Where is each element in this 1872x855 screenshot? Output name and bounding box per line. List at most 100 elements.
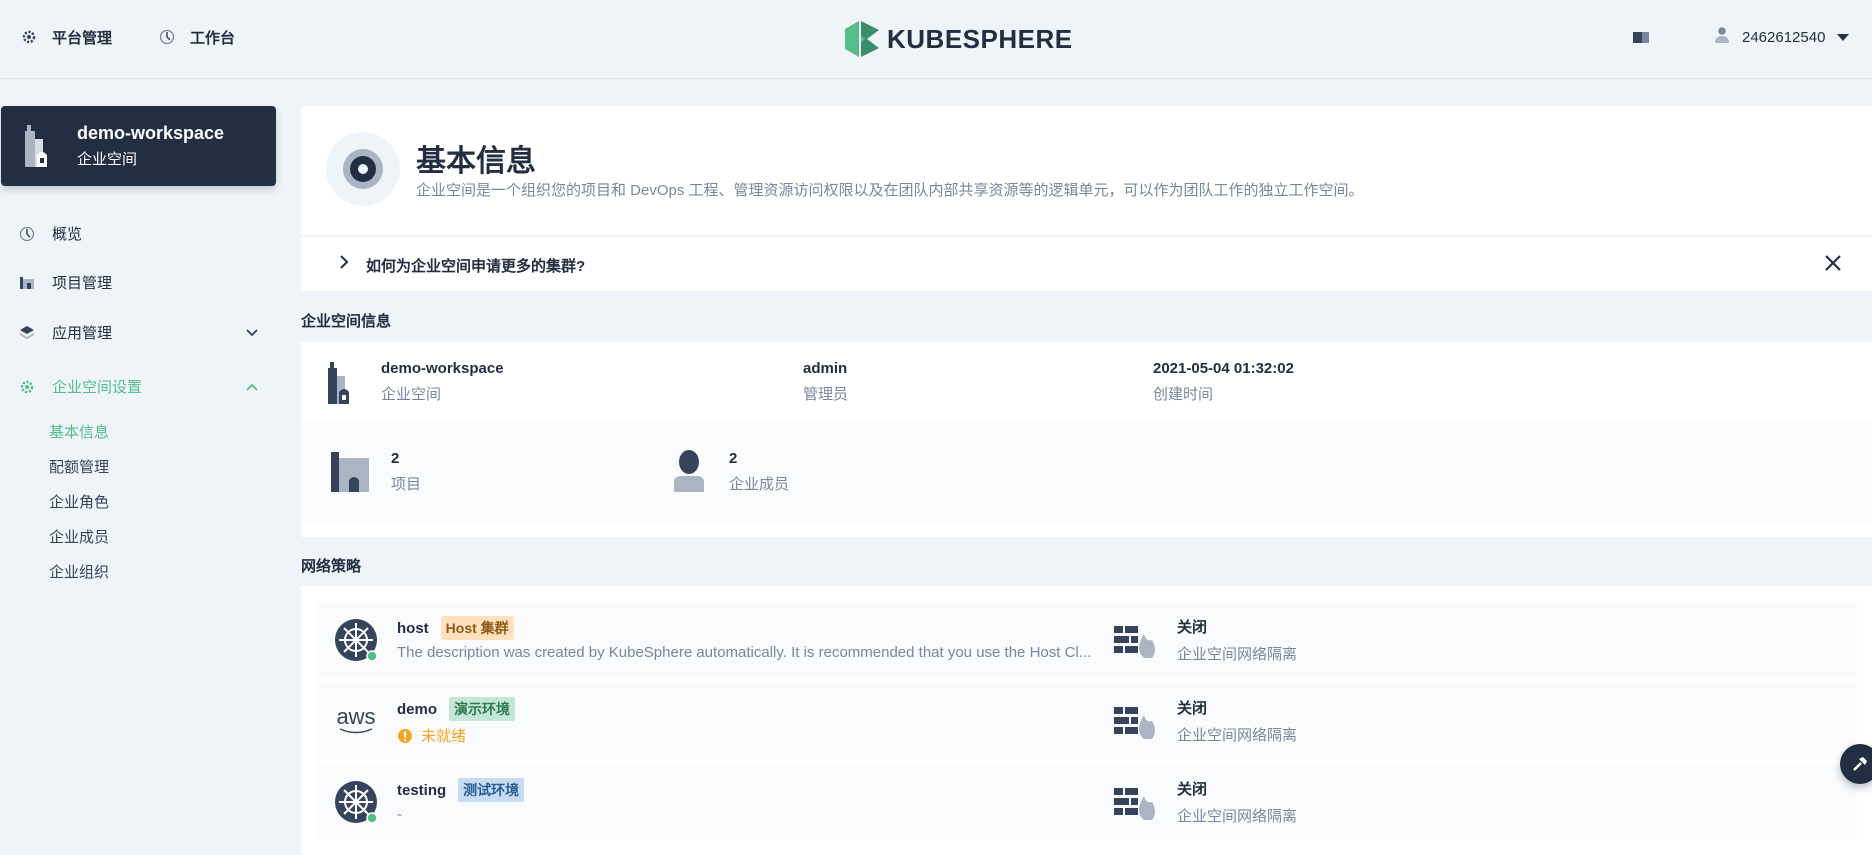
workspace-name-field: demo-workspace 企业空间 (381, 360, 504, 404)
projects-count: 2 (391, 450, 400, 467)
firewall-icon (1114, 707, 1155, 739)
page-header: 基本信息 企业空间是一个组织您的项目和 DevOps 工程、管理资源访问权限以及… (301, 106, 1872, 235)
cluster-name: demo (397, 700, 438, 718)
logo-text: KUBESPHERE (887, 23, 1073, 54)
cluster-tag: 测试环境 (458, 778, 525, 802)
created-label: 创建时间 (1153, 386, 1214, 403)
top-navbar: 平台管理 工作台 KUBESPHERE 2462612540 (0, 0, 1872, 79)
kubesphere-logo[interactable]: KUBESPHERE (845, 20, 1073, 58)
sidebar-subitem-orgs[interactable]: 企业组织 (49, 561, 109, 582)
workbench-label: 工作台 (190, 29, 236, 47)
cluster-description: The description was created by KubeSpher… (397, 644, 1092, 661)
isolation-state: 关闭 企业空间网络隔离 (1177, 697, 1297, 745)
warning-icon (398, 728, 412, 743)
isolation-state: 关闭 企业空间网络隔离 (1177, 616, 1297, 664)
dashboard-icon (156, 26, 178, 48)
isolation-label: 企业空间网络隔离 (1177, 646, 1298, 663)
layers-icon (18, 324, 36, 342)
created-value: 2021-05-04 01:32:02 (1153, 360, 1294, 377)
info-stats-row: 2 项目 2 企业成员 (301, 422, 1872, 524)
sidebar-subitem-members[interactable]: 企业成员 (49, 526, 109, 547)
sidebar-item-label: 项目管理 (52, 275, 113, 292)
network-policy-card: host Host 集群 The description was created… (301, 586, 1872, 855)
network-policy-title: 网络策略 (301, 558, 362, 575)
gear-icon (18, 378, 36, 396)
cluster-name-line: host Host 集群 (397, 616, 514, 640)
members-count: 2 (729, 450, 738, 467)
cluster-description: - (397, 806, 402, 823)
close-icon[interactable] (1824, 251, 1842, 275)
user-menu[interactable]: 2462612540 (1714, 26, 1850, 48)
layout-toggle-icon[interactable] (1632, 30, 1650, 46)
hammer-icon (1853, 757, 1867, 771)
chevron-up-icon (246, 380, 258, 394)
sidebar-subitem-quota[interactable]: 配额管理 (49, 456, 109, 477)
firewall-icon (1114, 788, 1155, 820)
workspace-info-title: 企业空间信息 (301, 313, 392, 330)
cluster-name-line: demo 演示环境 (397, 697, 516, 721)
members-count-field: 2 企业成员 (729, 450, 789, 494)
info-header-icon (326, 132, 400, 206)
cluster-name-line: testing 测试环境 (397, 778, 525, 802)
isolation-value: 关闭 (1177, 619, 1208, 636)
sidebar-subitem-basic-info[interactable]: 基本信息 (49, 421, 109, 442)
chevron-down-icon (246, 326, 258, 340)
kubernetes-icon (335, 619, 378, 662)
aws-icon: aws (334, 699, 378, 743)
member-icon (674, 450, 704, 492)
kubesphere-logo-icon (845, 21, 879, 57)
project-icon (18, 274, 36, 292)
sidebar-item-workspace-settings[interactable]: 企业空间设置 (18, 376, 258, 397)
info-top-row: demo-workspace 企业空间 admin 管理员 2021-05-04… (301, 342, 1872, 422)
cluster-tip-bar[interactable]: 如何为企业空间申请更多的集群? (301, 237, 1872, 291)
sidebar-item-overview[interactable]: 概览 (18, 223, 258, 244)
username: 2462612540 (1742, 28, 1826, 46)
isolation-state: 关闭 企业空间网络隔离 (1177, 778, 1297, 826)
sidebar-item-apps[interactable]: 应用管理 (18, 322, 258, 343)
page-title: 基本信息 (416, 145, 536, 178)
cluster-name: host (397, 619, 429, 637)
tip-text[interactable]: 如何为企业空间申请更多的集群? (366, 255, 585, 276)
isolation-label: 企业空间网络隔离 (1177, 727, 1298, 744)
manager-field: admin 管理员 (803, 360, 848, 404)
workspace-info-card: demo-workspace 企业空间 admin 管理员 2021-05-04… (301, 342, 1872, 537)
projects-label: 项目 (391, 476, 422, 493)
page-description: 企业空间是一个组织您的项目和 DevOps 工程、管理资源访问权限以及在团队内部… (416, 182, 1364, 199)
projects-count-field: 2 项目 (391, 450, 421, 494)
sidebar-item-label: 企业空间设置 (52, 379, 143, 396)
dashboard-icon (18, 225, 36, 243)
gear-icon (18, 26, 40, 48)
workspace-name: demo-workspace (77, 123, 225, 143)
user-avatar-icon (1714, 26, 1730, 48)
manager-value: admin (803, 360, 848, 377)
cluster-status-text: 未就绪 (421, 728, 467, 745)
project-icon (331, 452, 369, 492)
cluster-tag: 演示环境 (449, 697, 516, 721)
members-label: 企业成员 (729, 476, 790, 493)
workspace-name-label: 企业空间 (381, 386, 442, 403)
workspace-icon (25, 125, 47, 167)
cluster-name: testing (397, 781, 447, 799)
cluster-row[interactable]: testing 测试环境 - 关闭 企业空间网络隔离 (317, 764, 1857, 840)
platform-management-label: 平台管理 (52, 29, 113, 47)
platform-management-button[interactable]: 平台管理 (18, 26, 112, 48)
isolation-label: 企业空间网络隔离 (1177, 808, 1298, 825)
manager-label: 管理员 (803, 386, 849, 403)
sidebar-item-label: 概览 (52, 226, 83, 243)
cluster-row[interactable]: aws demo 演示环境 未就绪 关闭 企业空间网络隔离 (317, 683, 1857, 759)
sidebar-item-projects[interactable]: 项目管理 (18, 272, 258, 293)
toolbox-button[interactable] (1840, 744, 1872, 784)
workspace-card[interactable]: demo-workspace 企业空间 (1, 106, 276, 186)
sidebar-subitem-roles[interactable]: 企业角色 (49, 491, 109, 512)
sidebar-item-label: 应用管理 (52, 325, 113, 342)
chevron-right-icon[interactable] (339, 255, 349, 272)
workbench-button[interactable]: 工作台 (156, 26, 235, 48)
cluster-row[interactable]: host Host 集群 The description was created… (317, 602, 1857, 678)
isolation-value: 关闭 (1177, 700, 1208, 717)
cluster-tag: Host 集群 (440, 616, 514, 640)
created-field: 2021-05-04 01:32:02 创建时间 (1153, 360, 1294, 404)
firewall-icon (1114, 626, 1155, 658)
chevron-down-icon (1837, 29, 1850, 46)
workspace-name-value: demo-workspace (381, 360, 504, 377)
workspace-type: 企业空间 (77, 151, 138, 168)
